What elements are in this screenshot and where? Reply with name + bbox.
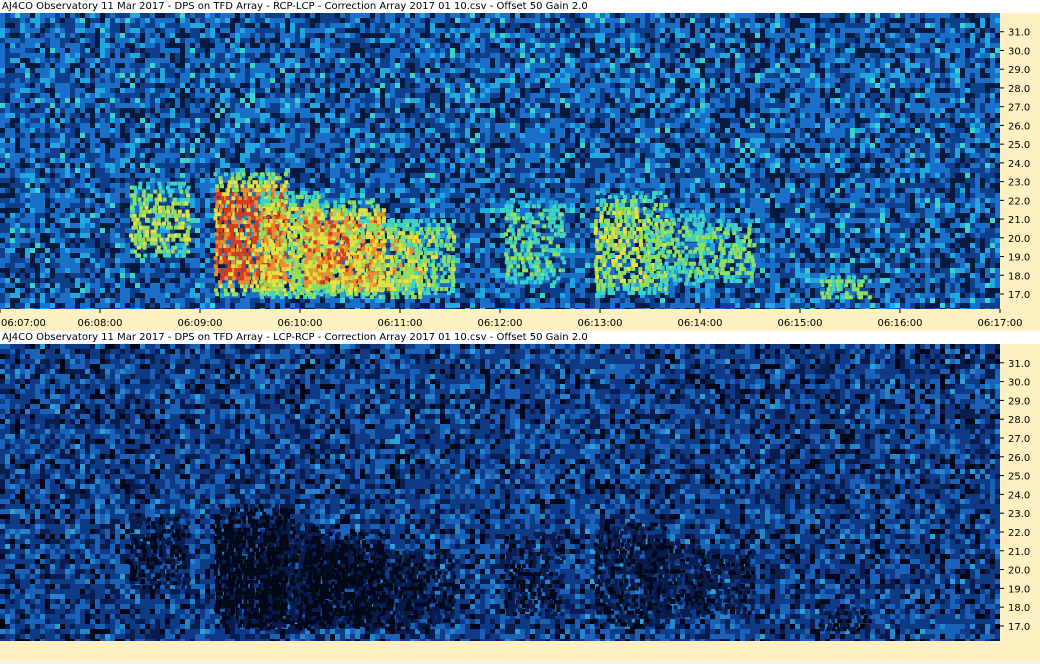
time-tick-label-8: 06:15:00: [778, 318, 823, 329]
freq-tick-label-10: 27.0: [1008, 434, 1030, 445]
freq-tick-label-12: 29.0: [1008, 396, 1030, 407]
spectrogram-lcp-rcp-plot: [0, 344, 1000, 641]
freq-tick-label-11: 28.0: [1008, 415, 1030, 426]
freq-tick-label-9: 26.0: [1008, 453, 1030, 464]
time-tick-label-1: 06:08:00: [78, 318, 123, 329]
spectrogram-rcp-lcp: [0, 13, 1000, 309]
freq-tick-label-6: 23.0: [1008, 178, 1030, 189]
freq-tick-label-2: 19.0: [1008, 584, 1030, 595]
panel-2-title: AJ4CO Observatory 11 Mar 2017 - DPS on T…: [0, 331, 588, 344]
panel-1-title: AJ4CO Observatory 11 Mar 2017 - DPS on T…: [0, 0, 588, 13]
time-tick-label-9: 06:16:00: [878, 318, 923, 329]
freq-tick-label-0: 17.0: [1008, 622, 1030, 633]
freq-tick-label-14: 31.0: [1008, 28, 1030, 39]
freq-tick-label-5: 22.0: [1008, 528, 1030, 539]
time-tick-label-6: 06:13:00: [578, 318, 623, 329]
freq-tick-label-6: 23.0: [1008, 509, 1030, 520]
spectrogram-rcp-lcp-plot: [0, 13, 1000, 309]
time-tick-label-7: 06:14:00: [678, 318, 723, 329]
freq-tick-label-7: 24.0: [1008, 490, 1030, 501]
time-tick-label-3: 06:10:00: [278, 318, 323, 329]
time-tick-label-2: 06:09:00: [178, 318, 223, 329]
freq-tick-label-10: 27.0: [1008, 103, 1030, 114]
freq-tick-label-4: 21.0: [1008, 215, 1030, 226]
freq-tick-label-0: 17.0: [1008, 290, 1030, 301]
time-tick-label-10: 06:17:00: [978, 318, 1023, 329]
freq-tick-label-1: 18.0: [1008, 271, 1030, 282]
freq-tick-label-11: 28.0: [1008, 84, 1030, 95]
freq-tick-label-5: 22.0: [1008, 196, 1030, 207]
noise-texture: [0, 344, 1000, 641]
freq-tick-label-3: 20.0: [1008, 566, 1030, 577]
freq-tick-label-14: 31.0: [1008, 359, 1030, 370]
time-tick-label-5: 06:12:00: [478, 318, 523, 329]
noise-texture: [0, 13, 1000, 309]
freq-tick-label-3: 20.0: [1008, 234, 1030, 245]
frequency-axis-bottom-ticks: 17.0 18.0 19.0 20.0 21.0 22.0 23.0 24.0 25.0 26.0…: [1000, 359, 1030, 633]
freq-tick-label-1: 18.0: [1008, 603, 1030, 614]
freq-tick-label-2: 19.0: [1008, 253, 1030, 264]
bottom-axis-strip: [0, 641, 1040, 664]
freq-tick-label-4: 21.0: [1008, 547, 1030, 558]
time-tick-label-0: 06:07:00: [1, 318, 46, 329]
freq-tick-label-8: 25.0: [1008, 472, 1030, 483]
freq-tick-label-13: 30.0: [1008, 46, 1030, 57]
time-axis-ticks: 06:07:00 06:08:00 06:09:00 06:10:00 06:11:00…: [0, 309, 1023, 329]
time-axis: 06:07:00 06:08:00 06:09:00 06:10:00 06:11:00…: [0, 309, 1040, 331]
freq-tick-label-7: 24.0: [1008, 159, 1030, 170]
freq-tick-label-9: 26.0: [1008, 121, 1030, 132]
spectrogram-lcp-rcp: [0, 344, 1000, 641]
frequency-axis-top: 17.0 18.0 19.0 20.0 21.0 22.0 23.0 24.0 25.0 26.0…: [1000, 13, 1040, 309]
frequency-axis-top-ticks: 17.0 18.0 19.0 20.0 21.0 22.0 23.0 24.0 25.0 26.0…: [1000, 28, 1030, 301]
freq-tick-label-12: 29.0: [1008, 65, 1030, 76]
freq-tick-label-13: 30.0: [1008, 378, 1030, 389]
time-tick-label-4: 06:11:00: [378, 318, 423, 329]
freq-tick-label-8: 25.0: [1008, 140, 1030, 151]
frequency-axis-bottom: 17.0 18.0 19.0 20.0 21.0 22.0 23.0 24.0 25.0 26.0…: [1000, 344, 1040, 641]
